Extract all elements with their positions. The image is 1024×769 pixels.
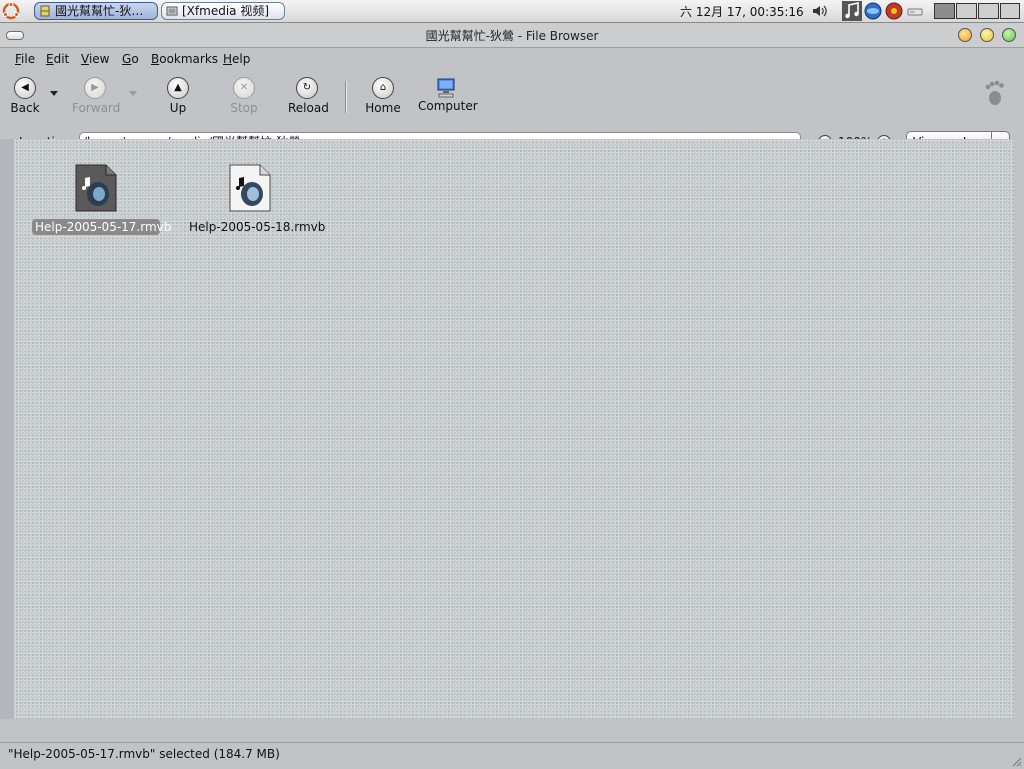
file-item[interactable]: Help-2005-05-18.rmvb bbox=[186, 164, 326, 235]
file-item[interactable]: Help-2005-05-17.rmvb bbox=[32, 164, 171, 235]
stop-x-icon: ✕ bbox=[233, 77, 255, 99]
back-button[interactable]: ◀ Back bbox=[10, 77, 40, 115]
menu-view[interactable]: View bbox=[81, 52, 109, 66]
top-panel: 國光幫幫忙-狄… [Xfmedia 视频] 六 12月 17, 00:35:16 bbox=[0, 0, 1024, 23]
audio-file-icon bbox=[229, 164, 271, 212]
cabinet-icon bbox=[39, 5, 51, 17]
clock[interactable]: 六 12月 17, 00:35:16 bbox=[680, 3, 804, 20]
file-name: Help-2005-05-17.rmvb bbox=[32, 219, 171, 235]
up-button[interactable]: ▲ Up bbox=[166, 77, 190, 115]
forward-button[interactable]: ▶ Forward bbox=[72, 77, 120, 115]
arrow-left-icon: ◀ bbox=[14, 77, 36, 99]
home-button[interactable]: ⌂ Home bbox=[365, 77, 401, 115]
stop-button[interactable]: ✕ Stop bbox=[229, 77, 259, 115]
taskbar-item-xfmedia[interactable]: [Xfmedia 视频] bbox=[161, 2, 285, 20]
audio-file-icon bbox=[75, 164, 117, 212]
file-name: Help-2005-05-18.rmvb bbox=[189, 220, 326, 234]
media-disc-icon[interactable] bbox=[885, 2, 903, 20]
menu-bookmarks[interactable]: Bookmarks bbox=[151, 52, 218, 66]
status-text: "Help-2005-05-17.rmvb" selected (184.7 M… bbox=[8, 747, 280, 761]
gnome-foot-icon bbox=[985, 80, 1004, 105]
music-note-icon[interactable] bbox=[842, 1, 862, 21]
icon-view[interactable]: Help-2005-05-17.rmvb Help-2005-05-18.rmv… bbox=[14, 139, 1014, 719]
toolbar-separator bbox=[345, 81, 346, 113]
menubar: File Edit View Go Bookmarks Help bbox=[0, 49, 1024, 69]
arrow-right-icon: ▶ bbox=[84, 77, 106, 99]
reload-icon: ↻ bbox=[296, 77, 318, 99]
workspace-1[interactable] bbox=[934, 3, 955, 19]
side-pane-handle[interactable] bbox=[0, 139, 14, 719]
taskbar-item-label: [Xfmedia 视频] bbox=[182, 4, 270, 18]
taskbar-item-file-browser[interactable]: 國光幫幫忙-狄… bbox=[34, 2, 158, 20]
menu-help[interactable]: Help bbox=[223, 52, 250, 66]
home-icon: ⌂ bbox=[372, 77, 394, 99]
close-button[interactable] bbox=[1002, 28, 1016, 42]
network-globe-icon[interactable] bbox=[864, 2, 882, 20]
menu-file[interactable]: File bbox=[15, 52, 35, 66]
arrow-up-icon: ▲ bbox=[167, 77, 189, 99]
volume-icon[interactable] bbox=[810, 2, 828, 20]
menu-go[interactable]: Go bbox=[122, 52, 139, 66]
taskbar-item-label: 國光幫幫忙-狄… bbox=[55, 4, 144, 18]
workspace-3[interactable] bbox=[978, 3, 999, 19]
window-title: 國光幫幫忙-狄鶯 - File Browser bbox=[425, 29, 599, 43]
statusbar: "Help-2005-05-17.rmvb" selected (184.7 M… bbox=[0, 742, 1024, 769]
forward-history-dropdown[interactable] bbox=[129, 91, 137, 96]
ubuntu-menu-icon[interactable] bbox=[2, 2, 20, 20]
back-history-dropdown[interactable] bbox=[50, 91, 58, 96]
workspace-2[interactable] bbox=[956, 3, 977, 19]
toolbar: ◀ Back ▶ Forward ▲ Up ✕ Stop ↻ Reload ⌂ … bbox=[0, 73, 1024, 123]
resize-grip-icon[interactable] bbox=[1010, 755, 1022, 767]
computer-button[interactable]: Computer bbox=[418, 77, 478, 113]
workspace-4[interactable] bbox=[1000, 3, 1020, 19]
window-titlebar[interactable]: 國光幫幫忙-狄鶯 - File Browser bbox=[0, 23, 1024, 48]
maximize-button[interactable] bbox=[980, 28, 994, 42]
video-window-icon bbox=[166, 5, 178, 17]
removable-drive-icon[interactable] bbox=[906, 2, 924, 20]
minimize-button[interactable] bbox=[958, 28, 972, 42]
computer-icon bbox=[437, 78, 455, 98]
reload-button[interactable]: ↻ Reload bbox=[288, 77, 329, 115]
menu-edit[interactable]: Edit bbox=[46, 52, 69, 66]
